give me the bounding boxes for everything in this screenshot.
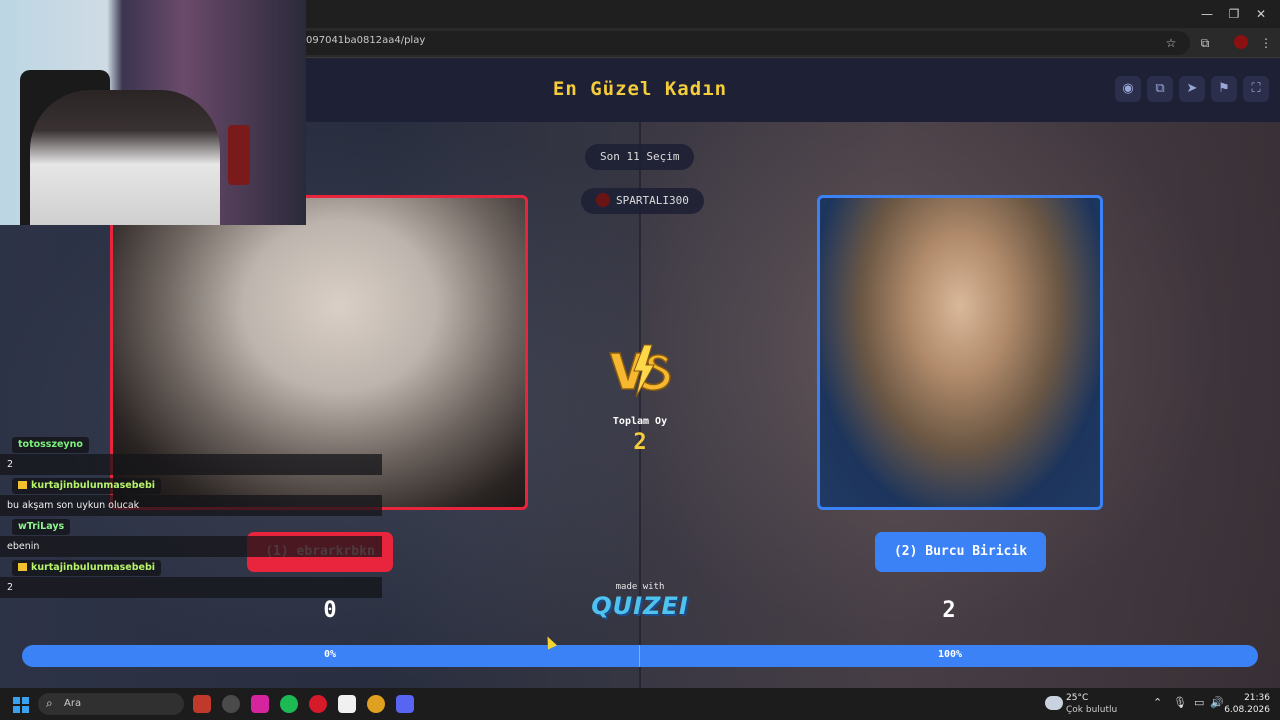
weather-description: Çok bulutlu <box>1066 705 1118 715</box>
eye-icon[interactable]: ◉ <box>1115 76 1141 102</box>
taskbar-search[interactable]: ⌕ Ara <box>38 693 184 715</box>
spotify-icon[interactable] <box>280 695 298 713</box>
profile-avatar-icon[interactable] <box>1234 35 1248 49</box>
weather-cloud-icon[interactable] <box>1045 696 1063 710</box>
extensions-icon[interactable]: ⧉ <box>1195 34 1215 52</box>
chat-overlay: totosszeyno 2 kurtajinbulunmasebebi bu a… <box>0 437 385 601</box>
flag-icon[interactable]: ⚑ <box>1211 76 1237 102</box>
search-icon: ⌕ <box>46 696 53 710</box>
media-app-icon[interactable] <box>193 695 211 713</box>
right-option-image[interactable] <box>817 195 1103 510</box>
vote-progress-bar: 0% 100% <box>22 645 1258 667</box>
clock-date[interactable]: 6.08.2026 <box>1216 705 1270 715</box>
chat-message: kurtajinbulunmasebebi 2 <box>0 560 385 601</box>
send-icon[interactable]: ➤ <box>1179 76 1205 102</box>
webcam-person <box>30 90 220 225</box>
crown-badge-icon <box>18 562 27 571</box>
instagram-icon[interactable] <box>251 695 269 713</box>
url-bar[interactable]: 097041ba0812aa4/play <box>290 31 1190 55</box>
chat-text: bu akşam son uykun olucak <box>0 495 382 516</box>
chat-message: kurtajinbulunmasebebi bu akşam son uykun… <box>0 478 385 519</box>
windows-taskbar: ⌕ Ara 25°C Çok bulutlu ⌃ 🎙 ▭ 🔊 21:36 6.0… <box>0 688 1280 720</box>
player-avatar-icon <box>596 193 610 207</box>
steam-icon[interactable] <box>222 695 240 713</box>
total-votes-label: Toplam Oy <box>612 416 668 427</box>
bookmark-star-icon[interactable]: ☆ <box>1161 34 1181 52</box>
minimize-button[interactable]: — <box>1192 4 1222 24</box>
webcam-microphone <box>228 125 250 185</box>
player-name: SPARTALI300 <box>616 194 689 207</box>
chrome-icon[interactable] <box>367 695 385 713</box>
player-badge: SPARTALI300 <box>581 188 704 214</box>
opera-icon[interactable] <box>309 695 327 713</box>
fullscreen-icon[interactable]: ⛶ <box>1243 76 1269 102</box>
crown-badge-icon <box>18 480 27 489</box>
right-percent: 100% <box>937 649 963 660</box>
copy-icon[interactable]: ⧉ <box>1147 76 1173 102</box>
clock-time[interactable]: 21:36 <box>1240 693 1270 703</box>
close-button[interactable]: ✕ <box>1246 4 1276 24</box>
search-placeholder: Ara <box>64 698 82 709</box>
right-option-button[interactable]: (2) Burcu Biricik <box>875 532 1046 572</box>
capcut-icon[interactable] <box>338 695 356 713</box>
browser-menu-icon[interactable]: ⋮ <box>1256 34 1276 52</box>
chat-text: 2 <box>0 454 382 475</box>
left-percent: 0% <box>323 649 337 660</box>
restore-button[interactable]: ❐ <box>1219 4 1249 24</box>
weather-temperature: 25°C <box>1066 693 1089 703</box>
tray-chevron-icon[interactable]: ⌃ <box>1153 696 1162 709</box>
progress-split <box>639 645 640 667</box>
chat-text: 2 <box>0 577 382 598</box>
windows-start-icon[interactable] <box>13 697 29 713</box>
chat-message: wTriLays ebenin <box>0 519 385 560</box>
display-icon[interactable]: ▭ <box>1194 696 1204 709</box>
chat-username: wTriLays <box>12 519 71 535</box>
chat-message: totosszeyno 2 <box>0 437 385 478</box>
versus-icon <box>608 344 671 398</box>
microphone-icon[interactable]: 🎙 <box>1173 696 1187 709</box>
chat-username: kurtajinbulunmasebebi <box>12 478 162 494</box>
chat-username: totosszeyno <box>12 437 89 453</box>
webcam-overlay <box>0 0 306 225</box>
discord-icon[interactable] <box>396 695 414 713</box>
chat-username: kurtajinbulunmasebebi <box>12 560 162 576</box>
round-label: Son 11 Seçim <box>585 144 695 170</box>
chat-text: ebenin <box>0 536 382 557</box>
url-text: 097041ba0812aa4/play <box>306 35 426 46</box>
